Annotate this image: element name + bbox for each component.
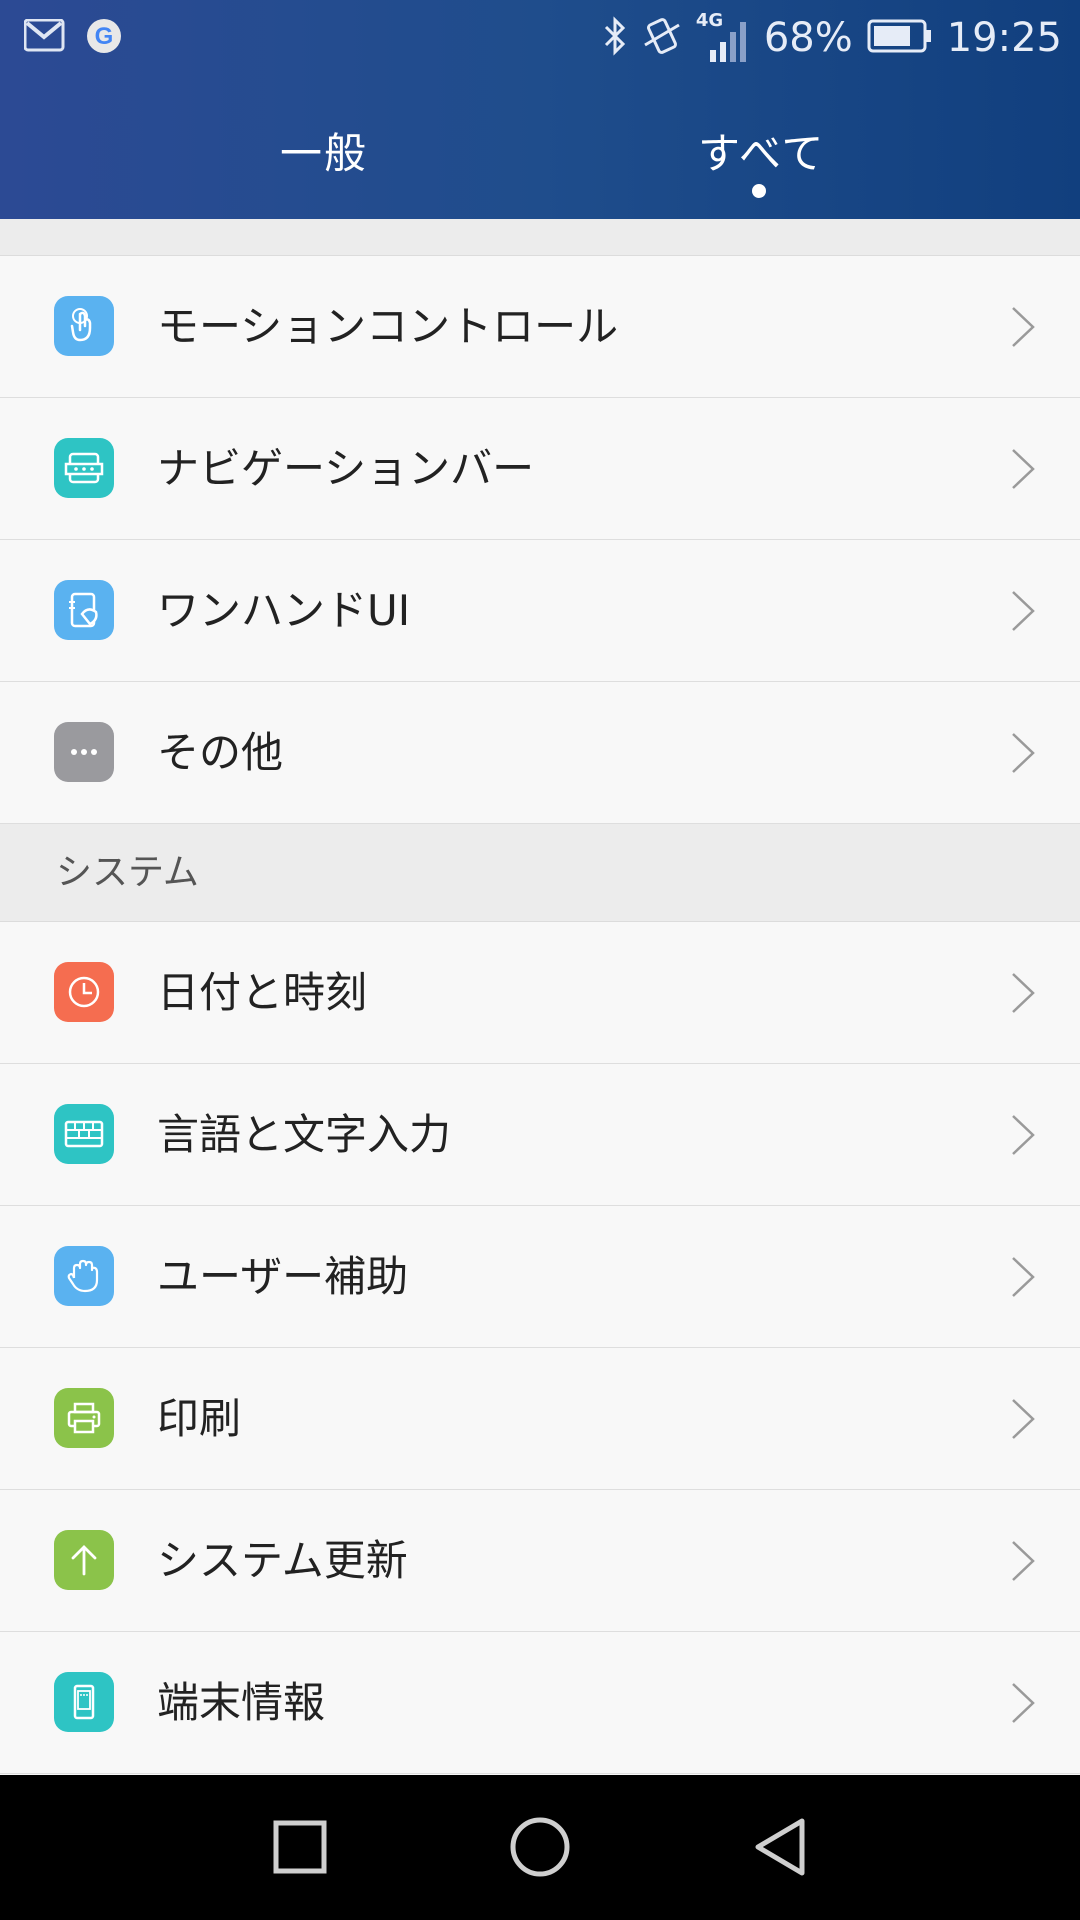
bluetooth-icon — [602, 15, 628, 61]
home-icon[interactable] — [502, 1809, 578, 1885]
list-item-label: 言語と文字入力 — [157, 1110, 452, 1159]
battery-icon — [867, 19, 933, 57]
navigation-bar — [0, 1775, 1080, 1920]
printer-icon — [54, 1388, 114, 1448]
keyboard-icon — [54, 1104, 114, 1164]
app-header: G 4G 68% 19:25 一般 すべて — [0, 0, 1080, 219]
google-icon: G — [86, 18, 122, 58]
chevron-right-icon — [1012, 1399, 1035, 1439]
list-item-accessibility[interactable]: ユーザー補助 — [0, 1206, 1080, 1348]
settings-list: モーションコントロール ナビゲーションバー ワンハンドUI その他 システム 日… — [0, 256, 1080, 1774]
list-item-label: その他 — [157, 728, 284, 777]
chevron-right-icon — [1012, 1115, 1035, 1155]
update-arrow-icon — [54, 1530, 114, 1590]
motion-icon — [54, 296, 114, 356]
list-item-system-update[interactable]: システム更新 — [0, 1490, 1080, 1632]
navbar-icon — [54, 438, 114, 498]
svg-text:G: G — [95, 23, 114, 50]
list-item-date-time[interactable]: 日付と時刻 — [0, 922, 1080, 1064]
chevron-right-icon — [1012, 1541, 1035, 1581]
chevron-right-icon — [1012, 1257, 1035, 1297]
list-item-language-input[interactable]: 言語と文字入力 — [0, 1064, 1080, 1206]
phone-info-icon — [54, 1672, 114, 1732]
chevron-right-icon — [1012, 591, 1035, 631]
chevron-right-icon — [1012, 307, 1035, 347]
gmail-icon — [23, 18, 66, 57]
tab-bar: 一般 すべて — [0, 100, 1080, 219]
list-item-one-hand-ui[interactable]: ワンハンドUI — [0, 540, 1080, 682]
list-item-printing[interactable]: 印刷 — [0, 1348, 1080, 1490]
list-item-label: 日付と時刻 — [157, 968, 368, 1017]
list-item-other[interactable]: その他 — [0, 682, 1080, 824]
recents-icon[interactable] — [262, 1809, 338, 1885]
list-item-device-info[interactable]: 端末情報 — [0, 1632, 1080, 1774]
list-item-navigation-bar[interactable]: ナビゲーションバー — [0, 398, 1080, 540]
list-item-label: モーションコントロール — [157, 302, 619, 351]
active-tab-indicator — [752, 184, 766, 198]
battery-percent: 68% — [763, 15, 853, 61]
signal-icon: 4G — [696, 10, 750, 64]
list-item-label: ワンハンドUI — [157, 586, 411, 635]
section-header-system: システム — [0, 824, 1080, 922]
back-icon[interactable] — [742, 1809, 818, 1885]
list-item-label: ナビゲーションバー — [157, 444, 535, 493]
clock-icon — [54, 962, 114, 1022]
tab-all[interactable]: すべて — [698, 120, 825, 181]
clock-time: 19:25 — [946, 15, 1062, 61]
chevron-right-icon — [1012, 973, 1035, 1013]
list-item-label: システム更新 — [157, 1536, 408, 1585]
section-header-partial — [0, 219, 1080, 256]
chevron-right-icon — [1012, 1683, 1035, 1723]
tab-general[interactable]: 一般 — [280, 120, 368, 181]
list-item-motion-control[interactable]: モーションコントロール — [0, 256, 1080, 398]
list-item-label: 端末情報 — [157, 1678, 326, 1727]
section-title: システム — [56, 852, 199, 893]
chevron-right-icon — [1012, 733, 1035, 773]
chevron-right-icon — [1012, 449, 1035, 489]
list-item-label: 印刷 — [157, 1394, 242, 1443]
vibrate-icon — [642, 15, 682, 61]
one-hand-icon — [54, 580, 114, 640]
more-icon — [54, 722, 114, 782]
list-item-label: ユーザー補助 — [157, 1252, 409, 1301]
status-bar: G 4G 68% 19:25 — [0, 0, 1080, 78]
hand-icon — [54, 1246, 114, 1306]
